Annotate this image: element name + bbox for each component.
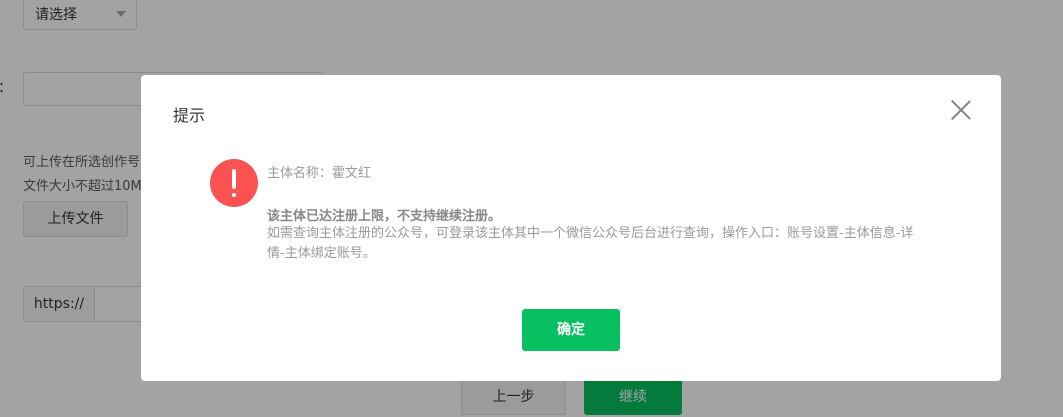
prompt-dialog: 提示 主体名称：霍文红 该主体已达注册上限，不支持继续注册。 如需查询主体注册的… (141, 75, 1001, 381)
confirm-button[interactable]: 确定 (522, 309, 620, 351)
query-instructions: 如需查询主体注册的公众号，可登录该主体其中一个微信公众号后台进行查询，操作入口：… (267, 226, 914, 261)
close-icon[interactable] (950, 99, 972, 121)
subject-name: 主体名称：霍文红 (267, 166, 372, 181)
limit-message: 该主体已达注册上限，不支持继续注册。 (267, 209, 502, 224)
warning-icon (210, 159, 258, 207)
dialog-title: 提示 (173, 106, 206, 125)
